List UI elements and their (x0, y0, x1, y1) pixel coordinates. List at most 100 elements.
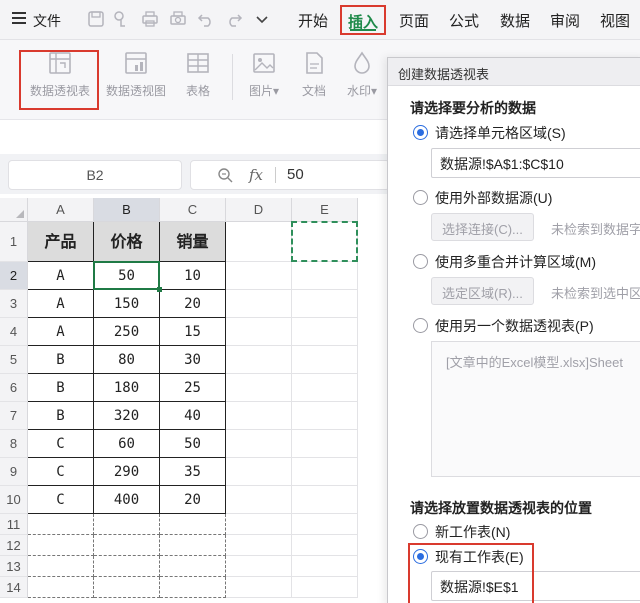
radio-external-source[interactable] (413, 190, 428, 205)
empty-cell[interactable] (292, 577, 358, 598)
data-cell[interactable]: 20 (160, 486, 226, 514)
hamburger-menu-icon[interactable] (12, 12, 26, 27)
print-icon[interactable] (140, 9, 160, 29)
row-header[interactable]: 7 (0, 402, 28, 430)
tab-insert[interactable]: 插入 (340, 5, 386, 35)
empty-cell[interactable] (292, 514, 358, 535)
save-icon[interactable] (86, 9, 106, 29)
table-button[interactable]: 表格 (180, 50, 216, 99)
row-header[interactable]: 6 (0, 374, 28, 402)
empty-cell[interactable] (160, 535, 226, 556)
print-preview-icon[interactable] (168, 9, 188, 29)
radio-new-sheet-label[interactable]: 新工作表(N) (435, 522, 510, 542)
tab-data[interactable]: 数据 (500, 10, 530, 31)
fx-icon[interactable]: fx (249, 166, 263, 184)
data-cell[interactable]: 25 (160, 374, 226, 402)
pivot-chart-button[interactable]: 数据透视图 (102, 50, 170, 99)
data-cell[interactable]: C (28, 430, 94, 458)
select-area-button[interactable]: 选定区域(R)... (431, 277, 534, 305)
empty-cell[interactable] (292, 402, 358, 430)
data-cell[interactable]: 320 (94, 402, 160, 430)
radio-cell-range[interactable] (413, 125, 428, 140)
header-cell[interactable]: 产品 (28, 222, 94, 262)
column-header[interactable]: C (160, 198, 226, 222)
empty-cell[interactable] (226, 430, 292, 458)
data-cell[interactable]: A (28, 290, 94, 318)
empty-cell[interactable] (226, 290, 292, 318)
data-cell[interactable]: 15 (160, 318, 226, 346)
data-cell[interactable]: 20 (160, 290, 226, 318)
picture-button[interactable]: 图片▾ (244, 50, 284, 99)
row-header[interactable]: 10 (0, 486, 28, 514)
data-cell[interactable]: 80 (94, 346, 160, 374)
data-cell[interactable]: 290 (94, 458, 160, 486)
empty-cell[interactable] (94, 577, 160, 598)
range-input[interactable]: 数据源!$A$1:$C$10 (431, 148, 640, 178)
row-header[interactable]: 9 (0, 458, 28, 486)
empty-cell[interactable] (94, 535, 160, 556)
empty-cell[interactable] (226, 577, 292, 598)
tab-home[interactable]: 开始 (298, 10, 328, 31)
empty-cell[interactable] (94, 556, 160, 577)
empty-cell[interactable] (28, 556, 94, 577)
empty-cell[interactable] (28, 535, 94, 556)
empty-cell[interactable] (160, 577, 226, 598)
formula-input[interactable]: fx 50 (190, 160, 390, 190)
empty-cell[interactable] (28, 514, 94, 535)
data-cell[interactable]: B (28, 374, 94, 402)
more-chevron-icon[interactable] (252, 9, 272, 29)
column-header[interactable]: D (226, 198, 292, 222)
data-cell[interactable]: 50 (160, 430, 226, 458)
data-cell[interactable]: B (28, 402, 94, 430)
empty-cell[interactable] (292, 556, 358, 577)
header-cell[interactable]: 价格 (94, 222, 160, 262)
zoom-icon[interactable] (217, 167, 233, 183)
format-painter-icon[interactable] (112, 9, 132, 29)
row-header[interactable]: 5 (0, 346, 28, 374)
data-cell[interactable]: C (28, 458, 94, 486)
header-cell[interactable]: 销量 (160, 222, 226, 262)
undo-icon[interactable] (196, 9, 216, 29)
radio-other-pivot-label[interactable]: 使用另一个数据透视表(P) (435, 316, 594, 336)
data-cell[interactable]: 60 (94, 430, 160, 458)
empty-cell[interactable] (292, 458, 358, 486)
row-header[interactable]: 11 (0, 514, 28, 535)
empty-cell[interactable] (292, 535, 358, 556)
empty-cell[interactable] (292, 346, 358, 374)
data-cell[interactable]: 40 (160, 402, 226, 430)
empty-cell[interactable] (226, 556, 292, 577)
row-header[interactable]: 2 (0, 262, 28, 290)
empty-cell[interactable] (292, 318, 358, 346)
empty-cell[interactable] (292, 374, 358, 402)
data-cell[interactable]: 30 (160, 346, 226, 374)
data-cell[interactable]: C (28, 486, 94, 514)
column-header[interactable]: E (292, 198, 358, 222)
radio-consolidate-label[interactable]: 使用多重合并计算区域(M) (435, 252, 596, 272)
radio-consolidate[interactable] (413, 254, 428, 269)
radio-cell-range-label[interactable]: 请选择单元格区域(S) (435, 123, 566, 143)
row-header[interactable]: 13 (0, 556, 28, 577)
tab-page[interactable]: 页面 (399, 10, 429, 31)
empty-cell[interactable] (226, 318, 292, 346)
radio-external-source-label[interactable]: 使用外部数据源(U) (435, 188, 552, 208)
row-header[interactable]: 8 (0, 430, 28, 458)
empty-cell[interactable] (226, 402, 292, 430)
select-connection-button[interactable]: 选择连接(C)... (431, 213, 534, 241)
radio-new-sheet[interactable] (413, 524, 428, 539)
column-header[interactable]: A (28, 198, 94, 222)
empty-cell[interactable] (226, 486, 292, 514)
data-cell[interactable]: B (28, 346, 94, 374)
empty-cell[interactable] (292, 486, 358, 514)
radio-other-pivot[interactable] (413, 318, 428, 333)
row-header[interactable]: 3 (0, 290, 28, 318)
name-box[interactable]: B2 (8, 160, 182, 190)
empty-cell[interactable] (160, 514, 226, 535)
file-menu[interactable]: 文件 (33, 11, 61, 31)
formula-value[interactable]: 50 (287, 166, 304, 183)
empty-cell[interactable] (226, 222, 292, 262)
row-header[interactable]: 1 (0, 222, 28, 262)
empty-cell[interactable] (28, 577, 94, 598)
tab-view[interactable]: 视图 (600, 10, 630, 31)
other-pivot-item[interactable]: [文章中的Excel模型.xlsx]Sheet (446, 352, 623, 371)
empty-cell[interactable] (226, 514, 292, 535)
